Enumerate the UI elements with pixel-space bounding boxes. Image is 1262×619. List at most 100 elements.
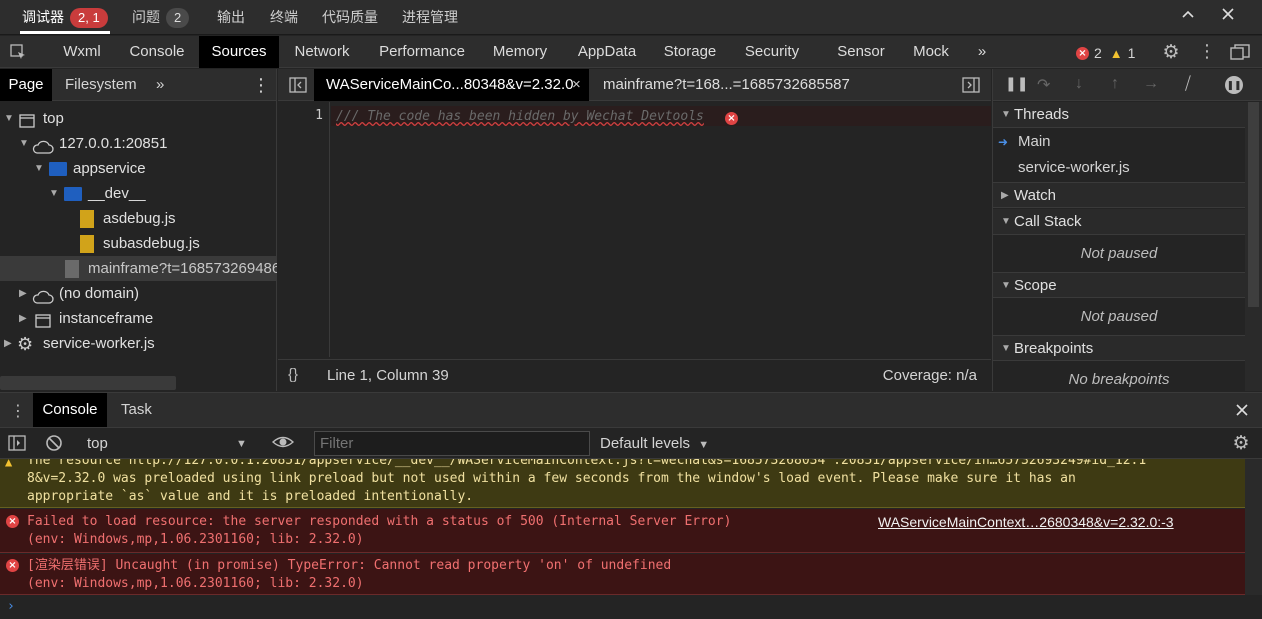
tab-performance[interactable]: Performance	[370, 36, 474, 68]
tab-terminal[interactable]: 终端	[270, 0, 298, 35]
collapsed-arrow-icon: ▶	[19, 288, 27, 299]
tab-process-management[interactable]: 进程管理	[402, 0, 458, 35]
console-error-message[interactable]: × [渲染层错误] Uncaught (in promise) TypeErro…	[0, 554, 1245, 595]
console-warning-message[interactable]: ▲ The resource http://127.0.0.1:20851/ap…	[0, 459, 1245, 508]
source-link[interactable]: WAServiceMainContext…2680348&v=2.32.0:-3	[878, 513, 1174, 531]
more-tabs-icon[interactable]: »	[156, 69, 164, 101]
more-vertical-icon[interactable]: ⋮	[10, 401, 26, 421]
tab-problems[interactable]: 问题 2	[132, 0, 190, 35]
tab-sources[interactable]: Sources	[199, 36, 279, 68]
tab-wxml[interactable]: Wxml	[52, 36, 112, 68]
tab-output[interactable]: 输出	[217, 0, 245, 35]
step-into-icon[interactable]: ↓	[1075, 75, 1083, 93]
tab-security[interactable]: Security	[736, 36, 808, 68]
message-text: The resource http://127.0.0.1:20851/apps…	[27, 459, 1147, 468]
section-call-stack[interactable]: ▼ Call Stack	[993, 209, 1245, 235]
thread-main[interactable]: ➜ Main	[993, 129, 1245, 155]
filter-input[interactable]	[314, 431, 590, 456]
error-icon[interactable]: ×	[725, 112, 738, 125]
dock-side-icon[interactable]	[1228, 43, 1252, 66]
editor-tab-active[interactable]: WAServiceMainCo...80348&v=2.32.0 ×	[314, 69, 589, 101]
devtools-tabbar: Wxml Console Sources Network Performance…	[0, 36, 1262, 68]
tree-item-service-worker[interactable]: ▶ ⚙ service-worker.js	[0, 331, 277, 356]
chevron-up-icon[interactable]	[1178, 6, 1198, 27]
thread-label: service-worker.js	[1018, 159, 1130, 176]
section-scope[interactable]: ▼ Scope	[993, 272, 1245, 298]
close-icon[interactable]	[1218, 6, 1238, 27]
deactivate-breakpoints-icon[interactable]: ⧸	[1185, 74, 1191, 94]
step-icon[interactable]: →	[1143, 75, 1159, 93]
tab-page[interactable]: Page	[0, 69, 52, 101]
gear-icon[interactable]: ⚙	[1230, 432, 1252, 455]
step-over-icon[interactable]: ↷	[1037, 75, 1050, 95]
clear-console-icon[interactable]	[44, 434, 64, 457]
vertical-scrollbar[interactable]	[1245, 459, 1262, 595]
section-watch[interactable]: ▶ Watch	[993, 182, 1245, 208]
callstack-empty-message: Not paused	[1080, 245, 1158, 262]
tab-debugger[interactable]: 调试器 2, 1	[22, 0, 108, 35]
tree-item-host[interactable]: ▼ 127.0.0.1:20851	[0, 131, 277, 156]
tree-item-mainframe[interactable]: mainframe?t=168573269486	[0, 256, 277, 281]
toggle-debugger-icon[interactable]	[961, 76, 981, 99]
tab-memory[interactable]: Memory	[484, 36, 556, 68]
tree-item-top[interactable]: ▼ top	[0, 106, 277, 131]
scope-empty-message: Not paused	[1080, 308, 1158, 325]
code-line[interactable]: /// The code has been hidden by Wechat D…	[336, 109, 704, 124]
drawer-tab-console[interactable]: Console	[33, 393, 107, 427]
toggle-navigator-icon[interactable]	[288, 76, 308, 99]
section-label: Threads	[1014, 106, 1070, 123]
tree-item-label: __dev__	[88, 185, 146, 202]
section-breakpoints[interactable]: ▼ Breakpoints	[993, 335, 1245, 361]
more-vertical-icon[interactable]: ⋮	[1198, 41, 1216, 62]
tab-code-quality[interactable]: 代码质量	[322, 0, 378, 35]
breakpoints-empty-message: No breakpoints	[1068, 371, 1170, 388]
log-levels-dropdown[interactable]: Default levels ▼	[600, 429, 709, 459]
expanded-arrow-icon: ▼	[19, 138, 29, 149]
debugger-toolbar: ❚❚ ↷ ↓ ↑ → ⧸ ❚❚	[993, 69, 1262, 101]
pause-icon[interactable]: ❚❚	[1005, 75, 1028, 92]
close-icon[interactable]	[1233, 402, 1251, 423]
tab-sensor[interactable]: Sensor	[828, 36, 894, 68]
console-prompt-icon[interactable]: ›	[7, 599, 15, 614]
close-icon[interactable]: ×	[572, 69, 581, 101]
tab-filesystem[interactable]: Filesystem	[65, 69, 137, 101]
section-label: Watch	[1014, 187, 1056, 204]
tree-item-no-domain[interactable]: ▶ (no domain)	[0, 281, 277, 306]
context-selector[interactable]: top ▼	[80, 429, 252, 459]
tab-appdata[interactable]: AppData	[568, 36, 646, 68]
editor-tab[interactable]: mainframe?t=168...=1685732685587	[603, 69, 850, 101]
eye-icon[interactable]	[271, 433, 295, 456]
pause-on-exceptions-icon[interactable]: ❚❚	[1225, 76, 1243, 94]
tree-item-appservice[interactable]: ▼ appservice	[0, 156, 277, 181]
thread-service-worker[interactable]: service-worker.js	[993, 155, 1245, 181]
console-error-message[interactable]: × Failed to load resource: the server re…	[0, 509, 1245, 553]
expanded-arrow-icon: ▼	[1001, 280, 1011, 291]
step-out-icon[interactable]: ↑	[1111, 75, 1119, 93]
tree-item-instanceframe[interactable]: ▶ instanceframe	[0, 306, 277, 331]
drawer-tab-task[interactable]: Task	[121, 393, 152, 427]
tab-debugger-label: 调试器	[22, 9, 64, 25]
gear-icon[interactable]: ⚙	[1160, 41, 1182, 64]
tab-console[interactable]: Console	[120, 36, 194, 68]
message-text: Failed to load resource: the server resp…	[27, 514, 732, 529]
issue-counter[interactable]: × 2 ▲ 1	[1076, 45, 1135, 61]
pretty-print-icon[interactable]: {}	[288, 366, 298, 383]
tab-storage[interactable]: Storage	[656, 36, 724, 68]
js-file-icon	[80, 210, 94, 228]
error-count: 2	[1094, 45, 1102, 61]
tab-network[interactable]: Network	[284, 36, 360, 68]
inspect-element-icon[interactable]	[8, 43, 28, 66]
line-number: 1	[315, 108, 323, 123]
tree-item-subasdebug[interactable]: subasdebug.js	[0, 231, 277, 256]
expanded-arrow-icon: ▼	[34, 163, 44, 174]
vertical-scrollbar[interactable]	[1245, 102, 1262, 391]
tree-item-dev[interactable]: ▼ __dev__	[0, 181, 277, 206]
more-vertical-icon[interactable]: ⋮	[252, 69, 270, 101]
tab-mock[interactable]: Mock	[904, 36, 958, 68]
more-tabs-icon[interactable]: »	[968, 36, 996, 68]
section-threads[interactable]: ▼ Threads	[993, 102, 1245, 128]
expanded-arrow-icon: ▼	[4, 113, 14, 124]
horizontal-scrollbar[interactable]	[0, 376, 176, 390]
show-sidebar-icon[interactable]	[7, 435, 27, 456]
tree-item-asdebug[interactable]: asdebug.js	[0, 206, 277, 231]
